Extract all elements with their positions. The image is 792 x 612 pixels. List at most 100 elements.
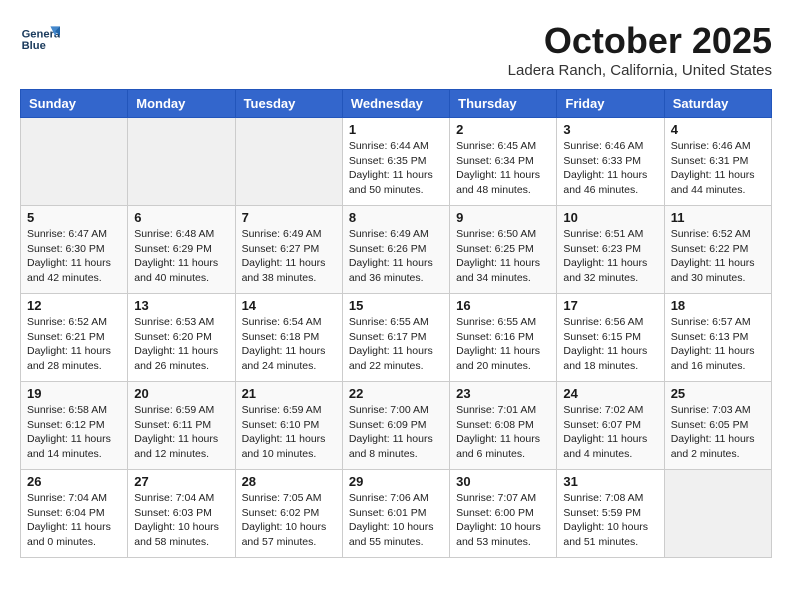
calendar-cell: 4 Sunrise: 6:46 AM Sunset: 6:31 PM Daylig… — [664, 118, 771, 206]
day-number: 21 — [242, 386, 336, 401]
day-info: Sunrise: 7:04 AM Sunset: 6:04 PM Dayligh… — [27, 491, 121, 550]
calendar-cell: 5 Sunrise: 6:47 AM Sunset: 6:30 PM Daylig… — [21, 206, 128, 294]
calendar-week-row: 26 Sunrise: 7:04 AM Sunset: 6:04 PM Dayli… — [21, 470, 772, 558]
day-number: 12 — [27, 298, 121, 313]
day-number: 1 — [349, 122, 443, 137]
day-number: 11 — [671, 210, 765, 225]
calendar-cell: 1Sunrise: 6:44 AM Sunset: 6:35 PM Daylig… — [342, 118, 449, 206]
day-info: Sunrise: 6:53 AM Sunset: 6:20 PM Dayligh… — [134, 315, 228, 374]
day-info: Sunrise: 7:03 AM Sunset: 6:05 PM Dayligh… — [671, 403, 765, 462]
calendar-cell — [664, 470, 771, 558]
calendar-cell: 3Sunrise: 6:46 AM Sunset: 6:33 PM Daylig… — [557, 118, 664, 206]
day-info: Sunrise: 6:50 AM Sunset: 6:25 PM Dayligh… — [456, 227, 550, 286]
calendar-week-row: 19 Sunrise: 6:58 AM Sunset: 6:12 PM Dayli… — [21, 382, 772, 470]
calendar-cell: 10 Sunrise: 6:51 AM Sunset: 6:23 PM Dayli… — [557, 206, 664, 294]
calendar-cell: 19 Sunrise: 6:58 AM Sunset: 6:12 PM Dayli… — [21, 382, 128, 470]
day-number: 29 — [349, 474, 443, 489]
day-number: 9 — [456, 210, 550, 225]
weekday-header-wednesday: Wednesday — [342, 90, 449, 118]
calendar-cell: 13 Sunrise: 6:53 AM Sunset: 6:20 PM Dayli… — [128, 294, 235, 382]
day-number: 28 — [242, 474, 336, 489]
calendar-table: SundayMondayTuesdayWednesdayThursdayFrid… — [20, 89, 772, 558]
calendar-week-row: 1Sunrise: 6:44 AM Sunset: 6:35 PM Daylig… — [21, 118, 772, 206]
day-number: 5 — [27, 210, 121, 225]
day-number: 22 — [349, 386, 443, 401]
calendar-cell: 9 Sunrise: 6:50 AM Sunset: 6:25 PM Daylig… — [450, 206, 557, 294]
day-info: Sunrise: 7:02 AM Sunset: 6:07 PM Dayligh… — [563, 403, 657, 462]
weekday-header-sunday: Sunday — [21, 90, 128, 118]
day-number: 31 — [563, 474, 657, 489]
month-title: October 2025 — [508, 20, 772, 62]
day-number: 8 — [349, 210, 443, 225]
day-number: 24 — [563, 386, 657, 401]
weekday-header-monday: Monday — [128, 90, 235, 118]
logo: General Blue — [20, 20, 60, 60]
calendar-week-row: 5 Sunrise: 6:47 AM Sunset: 6:30 PM Daylig… — [21, 206, 772, 294]
day-info: Sunrise: 6:54 AM Sunset: 6:18 PM Dayligh… — [242, 315, 336, 374]
logo-icon: General Blue — [20, 20, 60, 60]
day-number: 4 — [671, 122, 765, 137]
calendar-cell — [21, 118, 128, 206]
day-info: Sunrise: 6:49 AM Sunset: 6:27 PM Dayligh… — [242, 227, 336, 286]
location-title: Ladera Ranch, California, United States — [508, 62, 772, 79]
calendar-cell: 15Sunrise: 6:55 AM Sunset: 6:17 PM Dayli… — [342, 294, 449, 382]
day-number: 27 — [134, 474, 228, 489]
calendar-cell: 7Sunrise: 6:49 AM Sunset: 6:27 PM Daylig… — [235, 206, 342, 294]
calendar-cell: 20 Sunrise: 6:59 AM Sunset: 6:11 PM Dayli… — [128, 382, 235, 470]
calendar-cell: 26 Sunrise: 7:04 AM Sunset: 6:04 PM Dayli… — [21, 470, 128, 558]
day-number: 30 — [456, 474, 550, 489]
calendar-cell: 31Sunrise: 7:08 AM Sunset: 5:59 PM Dayli… — [557, 470, 664, 558]
day-number: 16 — [456, 298, 550, 313]
calendar-cell: 30 Sunrise: 7:07 AM Sunset: 6:00 PM Dayli… — [450, 470, 557, 558]
day-info: Sunrise: 6:47 AM Sunset: 6:30 PM Dayligh… — [27, 227, 121, 286]
calendar-cell: 2Sunrise: 6:45 AM Sunset: 6:34 PM Daylig… — [450, 118, 557, 206]
day-number: 13 — [134, 298, 228, 313]
day-number: 25 — [671, 386, 765, 401]
day-number: 18 — [671, 298, 765, 313]
day-info: Sunrise: 6:51 AM Sunset: 6:23 PM Dayligh… — [563, 227, 657, 286]
calendar-cell — [128, 118, 235, 206]
calendar-cell — [235, 118, 342, 206]
calendar-cell: 21 Sunrise: 6:59 AM Sunset: 6:10 PM Dayli… — [235, 382, 342, 470]
day-info: Sunrise: 7:06 AM Sunset: 6:01 PM Dayligh… — [349, 491, 443, 550]
day-number: 14 — [242, 298, 336, 313]
svg-text:Blue: Blue — [22, 40, 46, 52]
day-number: 17 — [563, 298, 657, 313]
day-info: Sunrise: 7:01 AM Sunset: 6:08 PM Dayligh… — [456, 403, 550, 462]
day-number: 20 — [134, 386, 228, 401]
calendar-cell: 11Sunrise: 6:52 AM Sunset: 6:22 PM Dayli… — [664, 206, 771, 294]
day-info: Sunrise: 6:59 AM Sunset: 6:10 PM Dayligh… — [242, 403, 336, 462]
calendar-cell: 28Sunrise: 7:05 AM Sunset: 6:02 PM Dayli… — [235, 470, 342, 558]
day-number: 23 — [456, 386, 550, 401]
day-info: Sunrise: 7:07 AM Sunset: 6:00 PM Dayligh… — [456, 491, 550, 550]
calendar-cell: 17 Sunrise: 6:56 AM Sunset: 6:15 PM Dayli… — [557, 294, 664, 382]
calendar-cell: 16 Sunrise: 6:55 AM Sunset: 6:16 PM Dayli… — [450, 294, 557, 382]
day-info: Sunrise: 6:55 AM Sunset: 6:17 PM Dayligh… — [349, 315, 443, 374]
day-number: 26 — [27, 474, 121, 489]
day-info: Sunrise: 6:58 AM Sunset: 6:12 PM Dayligh… — [27, 403, 121, 462]
weekday-header-thursday: Thursday — [450, 90, 557, 118]
calendar-cell: 18Sunrise: 6:57 AM Sunset: 6:13 PM Dayli… — [664, 294, 771, 382]
day-number: 10 — [563, 210, 657, 225]
weekday-header-saturday: Saturday — [664, 90, 771, 118]
day-number: 6 — [134, 210, 228, 225]
day-info: Sunrise: 7:04 AM Sunset: 6:03 PM Dayligh… — [134, 491, 228, 550]
calendar-cell: 22 Sunrise: 7:00 AM Sunset: 6:09 PM Dayli… — [342, 382, 449, 470]
calendar-cell: 27 Sunrise: 7:04 AM Sunset: 6:03 PM Dayli… — [128, 470, 235, 558]
day-info: Sunrise: 6:59 AM Sunset: 6:11 PM Dayligh… — [134, 403, 228, 462]
day-info: Sunrise: 6:49 AM Sunset: 6:26 PM Dayligh… — [349, 227, 443, 286]
calendar-cell: 14 Sunrise: 6:54 AM Sunset: 6:18 PM Dayli… — [235, 294, 342, 382]
day-info: Sunrise: 6:46 AM Sunset: 6:33 PM Dayligh… — [563, 139, 657, 198]
calendar-cell: 23 Sunrise: 7:01 AM Sunset: 6:08 PM Dayli… — [450, 382, 557, 470]
day-info: Sunrise: 6:56 AM Sunset: 6:15 PM Dayligh… — [563, 315, 657, 374]
day-info: Sunrise: 6:48 AM Sunset: 6:29 PM Dayligh… — [134, 227, 228, 286]
calendar-cell: 6 Sunrise: 6:48 AM Sunset: 6:29 PM Daylig… — [128, 206, 235, 294]
calendar-cell: 24 Sunrise: 7:02 AM Sunset: 6:07 PM Dayli… — [557, 382, 664, 470]
page-header: General Blue October 2025 Ladera Ranch, … — [20, 20, 772, 79]
day-info: Sunrise: 7:00 AM Sunset: 6:09 PM Dayligh… — [349, 403, 443, 462]
day-number: 19 — [27, 386, 121, 401]
day-info: Sunrise: 6:46 AM Sunset: 6:31 PM Dayligh… — [671, 139, 765, 198]
calendar-cell: 12Sunrise: 6:52 AM Sunset: 6:21 PM Dayli… — [21, 294, 128, 382]
day-info: Sunrise: 6:55 AM Sunset: 6:16 PM Dayligh… — [456, 315, 550, 374]
calendar-cell: 29 Sunrise: 7:06 AM Sunset: 6:01 PM Dayli… — [342, 470, 449, 558]
